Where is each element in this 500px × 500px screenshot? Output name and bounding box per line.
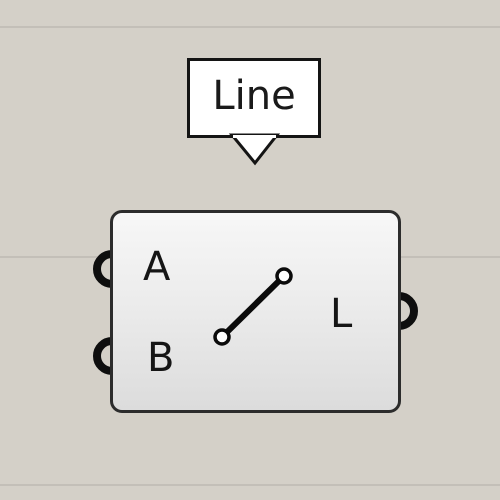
component-name-tooltip: Line bbox=[187, 58, 321, 138]
input-label-b: B bbox=[147, 335, 175, 381]
canvas-grid-line bbox=[0, 26, 500, 28]
tooltip-text: Line bbox=[212, 73, 296, 119]
input-label-a: A bbox=[143, 244, 171, 290]
canvas-grid-line bbox=[0, 484, 500, 486]
line-component[interactable] bbox=[110, 210, 401, 413]
output-label-l: L bbox=[330, 291, 353, 337]
